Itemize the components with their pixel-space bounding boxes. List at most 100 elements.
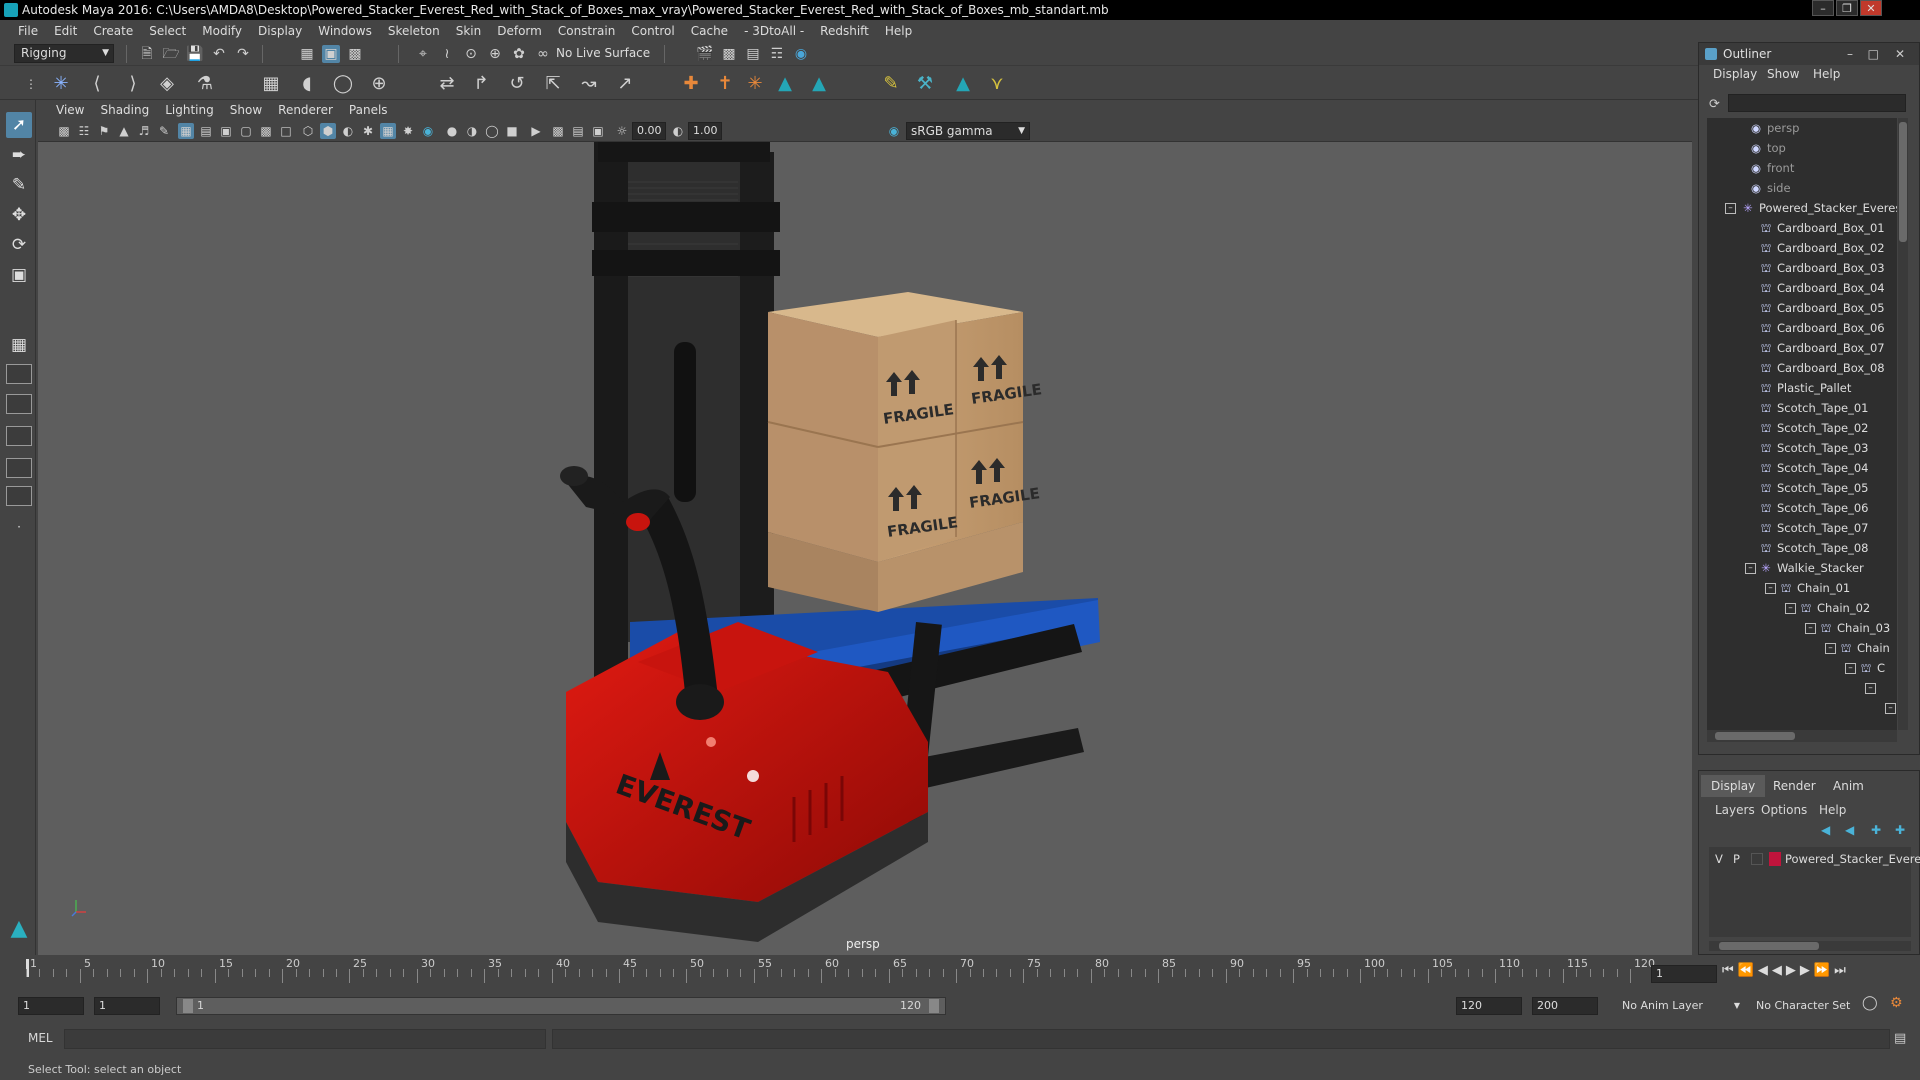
menu-constrain[interactable]: Constrain bbox=[550, 24, 624, 38]
cluster-icon[interactable]: ⊕ bbox=[368, 73, 390, 95]
outliner-item-child[interactable]: ⛫ Scotch_Tape_03 bbox=[1759, 438, 1869, 458]
four-view-layout-icon[interactable] bbox=[6, 364, 32, 384]
layer-playback-toggle[interactable]: P bbox=[1733, 849, 1740, 869]
outliner-item-child[interactable]: ⛫ Scotch_Tape_05 bbox=[1759, 478, 1869, 498]
constraint-aim-icon[interactable]: ↝ bbox=[578, 73, 600, 95]
menu-deform[interactable]: Deform bbox=[489, 24, 550, 38]
collapse-icon[interactable]: – bbox=[1785, 603, 1796, 614]
outliner-item-root[interactable]: ✳ Powered_Stacker_Everest bbox=[1741, 198, 1897, 218]
outliner-item-child[interactable]: ⛫ Cardboard_Box_08 bbox=[1759, 358, 1885, 378]
script-editor-icon[interactable]: ▤ bbox=[1894, 1031, 1906, 1046]
animation-preferences-icon[interactable]: ⚙ bbox=[1890, 995, 1903, 1011]
go-to-start-icon[interactable]: ⏮ bbox=[1722, 963, 1734, 978]
vp-menu-lighting[interactable]: Lighting bbox=[157, 103, 222, 117]
render-settings-icon[interactable]: ☶ bbox=[768, 45, 786, 63]
xray-active-icon[interactable]: ▤ bbox=[570, 123, 586, 139]
menu-modify[interactable]: Modify bbox=[194, 24, 250, 38]
auto-key-icon[interactable]: ◯ bbox=[1862, 995, 1878, 1011]
constraint-pole-icon[interactable]: ↗ bbox=[614, 73, 636, 95]
layers-menu-help[interactable]: Help bbox=[1819, 803, 1846, 817]
range-slider[interactable]: 1 120 bbox=[176, 997, 946, 1015]
outliner-item-chain[interactable]: ⛫ Chain_01 bbox=[1779, 578, 1851, 598]
current-frame-field[interactable]: 1 bbox=[1651, 965, 1717, 983]
menu-help[interactable]: Help bbox=[877, 24, 920, 38]
hud-icon[interactable]: ▣ bbox=[590, 123, 606, 139]
menu-3dtoall[interactable]: - 3DtoAll - bbox=[736, 24, 812, 38]
exposure-field[interactable]: 0.00 bbox=[632, 122, 666, 140]
menu-control[interactable]: Control bbox=[623, 24, 682, 38]
select-tool-icon[interactable]: ➚ bbox=[6, 112, 32, 138]
move-layer-down-icon[interactable]: ◀ bbox=[1845, 823, 1854, 837]
outliner-persp-layout-icon[interactable] bbox=[6, 486, 32, 506]
close-icon[interactable]: ✕ bbox=[1895, 43, 1905, 65]
lasso-tool-icon[interactable]: ➨ bbox=[6, 142, 32, 168]
step-back-icon[interactable]: ⏪ bbox=[1738, 963, 1754, 978]
outliner-item-child[interactable]: ⛫ Plastic_Pallet bbox=[1759, 378, 1852, 398]
outliner-item-front[interactable]: ◉ front bbox=[1749, 158, 1794, 178]
outliner-vertical-scrollbar[interactable] bbox=[1898, 118, 1908, 730]
select-hierarchy-icon[interactable]: ▦ bbox=[298, 45, 316, 63]
outliner-menu-show[interactable]: Show bbox=[1767, 67, 1799, 81]
constraint-point-icon[interactable]: ↱ bbox=[470, 73, 492, 95]
snap-surface-icon[interactable]: ∞ bbox=[534, 45, 552, 63]
refresh-icon[interactable]: ⟳ bbox=[1709, 97, 1720, 112]
smooth-bind-icon[interactable]: ◖ bbox=[296, 73, 318, 95]
playback-start-field[interactable]: 1 bbox=[94, 997, 160, 1015]
make-live-icon[interactable]: ✿ bbox=[510, 45, 528, 63]
play-backwards-icon[interactable]: ◀ bbox=[1772, 963, 1782, 978]
component-editor-icon[interactable]: ⚒ bbox=[914, 73, 936, 95]
outliner-item-child[interactable]: ⛫ Scotch_Tape_02 bbox=[1759, 418, 1869, 438]
use-lights-icon[interactable]: ✸ bbox=[400, 123, 416, 139]
outliner-item-chain[interactable]: ⛫ Chain bbox=[1839, 638, 1890, 658]
play-forwards-icon[interactable]: ▶ bbox=[1786, 963, 1796, 978]
vp-menu-show[interactable]: Show bbox=[222, 103, 270, 117]
outliner-item-chain[interactable]: ⛫ Chain_02 bbox=[1799, 598, 1871, 618]
outliner-item-child[interactable]: ⛫ Scotch_Tape_01 bbox=[1759, 398, 1869, 418]
bind-skin-icon[interactable]: ▦ bbox=[260, 73, 282, 95]
outliner-item-child[interactable]: ⛫ Cardboard_Box_06 bbox=[1759, 318, 1885, 338]
collapse-icon[interactable]: – bbox=[1865, 683, 1876, 694]
outliner-menu-display[interactable]: Display bbox=[1713, 67, 1757, 81]
menu-select[interactable]: Select bbox=[141, 24, 194, 38]
time-ruler[interactable]: 1 5 10 15 20 25 30 35 40 45 50 55 60 65 70 75 80 85 90 95 10… bbox=[26, 955, 1655, 985]
redo-icon[interactable]: ↷ bbox=[234, 45, 252, 63]
paint-weights-icon[interactable]: ✎ bbox=[880, 73, 902, 95]
range-start-handle[interactable] bbox=[183, 999, 193, 1013]
persp-outliner-layout-icon[interactable] bbox=[6, 394, 32, 414]
menu-cache[interactable]: Cache bbox=[683, 24, 736, 38]
outliner-item-child[interactable]: ⛫ Cardboard_Box_05 bbox=[1759, 298, 1885, 318]
colorspace-dropdown[interactable]: sRGB gamma ▼ bbox=[906, 122, 1030, 140]
snap-point-icon[interactable]: ⊙ bbox=[462, 45, 480, 63]
menu-display[interactable]: Display bbox=[250, 24, 310, 38]
antialiasing-icon[interactable]: ◯ bbox=[484, 123, 500, 139]
smooth-shade-icon[interactable]: ⬢ bbox=[320, 123, 336, 139]
outliner-item-side[interactable]: ◉ side bbox=[1749, 178, 1791, 198]
outliner-item-walkie[interactable]: ✳ Walkie_Stacker bbox=[1759, 558, 1864, 578]
menu-skin[interactable]: Skin bbox=[448, 24, 490, 38]
textured-icon[interactable]: ▦ bbox=[380, 123, 396, 139]
gate-mask-icon[interactable]: ▢ bbox=[238, 123, 254, 139]
outliner-item-child[interactable]: ⛫ Cardboard_Box_04 bbox=[1759, 278, 1885, 298]
layer-type-toggle[interactable] bbox=[1751, 853, 1763, 865]
outliner-item-child[interactable]: ⛫ Cardboard_Box_07 bbox=[1759, 338, 1885, 358]
safe-action-icon[interactable]: □ bbox=[278, 123, 294, 139]
outliner-item-chain[interactable]: ⛫ Chain_03 bbox=[1819, 618, 1891, 638]
maximize-icon[interactable]: □ bbox=[1868, 43, 1879, 65]
vp-menu-panels[interactable]: Panels bbox=[341, 103, 396, 117]
layer-visibility-toggle[interactable]: V bbox=[1715, 849, 1723, 869]
vp-menu-shading[interactable]: Shading bbox=[92, 103, 157, 117]
quick-rig-icon[interactable]: ▲ bbox=[952, 73, 974, 95]
command-input[interactable] bbox=[64, 1029, 546, 1049]
isolate-select-icon[interactable]: ▶ bbox=[528, 123, 544, 139]
menu-edit[interactable]: Edit bbox=[46, 24, 85, 38]
layers-menu-options[interactable]: Options bbox=[1761, 803, 1807, 817]
wireframe-icon[interactable]: ⬡ bbox=[300, 123, 316, 139]
layers-menu-layers[interactable]: Layers bbox=[1715, 803, 1755, 817]
outliner-item-child[interactable]: ⛫ Cardboard_Box_02 bbox=[1759, 238, 1885, 258]
outliner-item-child[interactable]: ⛫ Scotch_Tape_04 bbox=[1759, 458, 1869, 478]
go-to-end-icon[interactable]: ⏭ bbox=[1834, 963, 1846, 978]
outliner-item-chain[interactable]: ⛫ C bbox=[1859, 658, 1885, 678]
two-d-pan-icon[interactable]: ♬ bbox=[136, 123, 152, 139]
shelf-options-icon[interactable]: ⋮ bbox=[20, 73, 42, 95]
live-surface-field[interactable]: No Live Surface bbox=[556, 44, 651, 63]
